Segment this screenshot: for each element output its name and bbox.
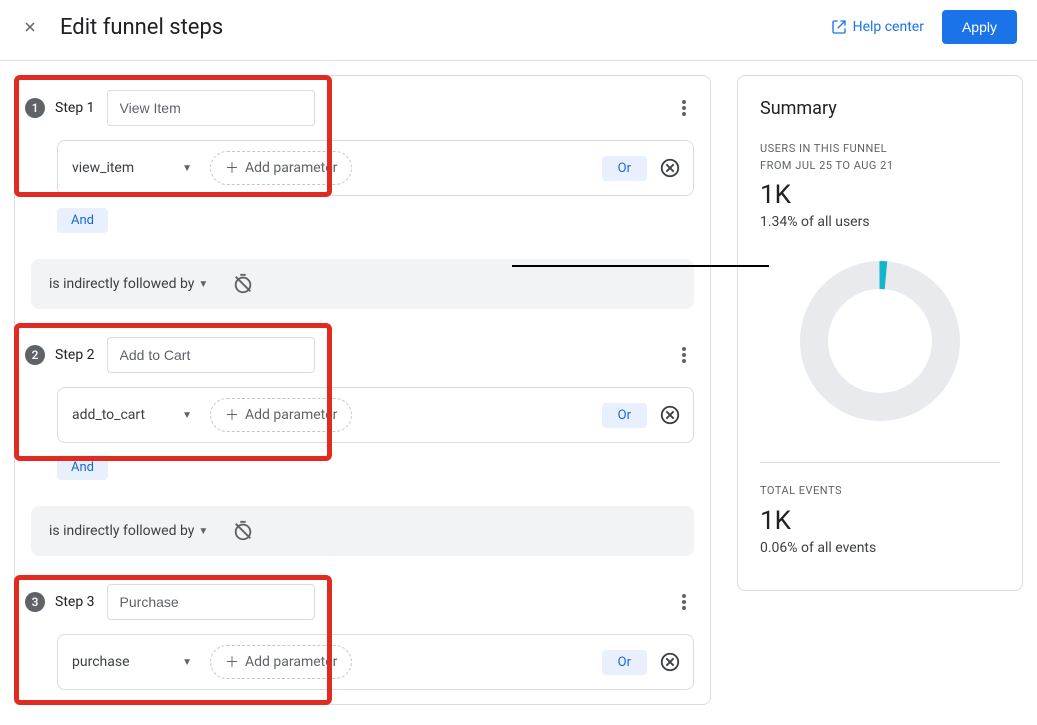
timer-off-icon[interactable] xyxy=(232,273,254,295)
follow-type-select[interactable]: is indirectly followed by ▼ xyxy=(49,523,208,539)
add-parameter-button[interactable]: ＋ Add parameter xyxy=(210,645,352,679)
add-parameter-label: Add parameter xyxy=(245,654,337,670)
plus-icon: ＋ xyxy=(225,405,239,425)
help-center-link[interactable]: Help center xyxy=(831,19,924,35)
summary-users-pct: 1.34% of all users xyxy=(760,214,1000,230)
step-menu-icon[interactable] xyxy=(674,343,694,367)
and-button[interactable]: And xyxy=(57,455,108,480)
summary-card: Summary USERS IN THIS FUNNEL FROM JUL 25… xyxy=(737,75,1023,591)
summary-users-label-1: USERS IN THIS FUNNEL xyxy=(760,141,1000,158)
funnel-step-card: 1 Step 1 view_item ▼ ＋ Add parameter Or xyxy=(14,75,711,705)
step-index-badge: 2 xyxy=(25,345,45,365)
condition-row: add_to_cart ▼ ＋ Add parameter Or xyxy=(57,387,694,443)
follow-type-select[interactable]: is indirectly followed by ▼ xyxy=(49,276,208,292)
apply-button[interactable]: Apply xyxy=(942,10,1017,44)
summary-events-pct: 0.06% of all events xyxy=(760,540,1000,556)
add-parameter-label: Add parameter xyxy=(245,160,337,176)
summary-events-label: TOTAL EVENTS xyxy=(760,483,1000,500)
step-name-input[interactable] xyxy=(107,337,315,373)
remove-condition-icon[interactable] xyxy=(659,404,681,426)
step-header: 1 Step 1 xyxy=(15,76,710,134)
step-label: Step 2 xyxy=(55,347,95,363)
step-index-badge: 3 xyxy=(25,592,45,612)
event-select[interactable]: view_item ▼ xyxy=(70,154,198,182)
step-header: 3 Step 3 xyxy=(15,570,710,628)
step-index-badge: 1 xyxy=(25,98,45,118)
step-header: 2 Step 2 xyxy=(15,323,710,381)
event-name: purchase xyxy=(72,654,130,670)
add-parameter-label: Add parameter xyxy=(245,407,337,423)
topbar-right: Help center Apply xyxy=(831,10,1017,44)
steps-column: 1 Step 1 view_item ▼ ＋ Add parameter Or xyxy=(14,75,711,705)
remove-condition-icon[interactable] xyxy=(659,651,681,673)
topbar: Edit funnel steps Help center Apply xyxy=(0,0,1037,61)
step-name-input[interactable] xyxy=(107,584,315,620)
content: 1 Step 1 view_item ▼ ＋ Add parameter Or xyxy=(0,61,1037,725)
close-icon[interactable] xyxy=(22,19,38,35)
follow-type-label: is indirectly followed by xyxy=(49,276,194,292)
summary-users-value: 1K xyxy=(760,180,1000,210)
add-parameter-button[interactable]: ＋ Add parameter xyxy=(210,151,352,185)
step-menu-icon[interactable] xyxy=(674,96,694,120)
event-name: add_to_cart xyxy=(72,407,145,423)
timer-off-icon[interactable] xyxy=(232,520,254,542)
event-name: view_item xyxy=(72,160,134,176)
add-parameter-button[interactable]: ＋ Add parameter xyxy=(210,398,352,432)
or-button[interactable]: Or xyxy=(602,156,647,181)
summary-donut-chart xyxy=(760,238,1000,452)
event-select[interactable]: purchase ▼ xyxy=(70,648,198,676)
step-menu-icon[interactable] xyxy=(674,590,694,614)
chevron-down-icon: ▼ xyxy=(198,279,208,290)
event-select[interactable]: add_to_cart ▼ xyxy=(70,401,198,429)
chevron-down-icon: ▼ xyxy=(198,526,208,537)
or-button[interactable]: Or xyxy=(602,650,647,675)
chevron-down-icon: ▼ xyxy=(182,163,192,174)
plus-icon: ＋ xyxy=(225,158,239,178)
and-button[interactable]: And xyxy=(57,208,108,233)
plus-icon: ＋ xyxy=(225,652,239,672)
step-connector: is indirectly followed by ▼ xyxy=(31,259,694,309)
summary-users-label-2: FROM JUL 25 TO AUG 21 xyxy=(760,158,1000,175)
step-label: Step 1 xyxy=(55,100,95,116)
page-title: Edit funnel steps xyxy=(60,15,223,40)
chevron-down-icon: ▼ xyxy=(182,410,192,421)
help-center-label: Help center xyxy=(853,19,924,35)
step-name-input[interactable] xyxy=(107,90,315,126)
or-button[interactable]: Or xyxy=(602,403,647,428)
summary-divider xyxy=(760,462,1000,463)
summary-column: Summary USERS IN THIS FUNNEL FROM JUL 25… xyxy=(737,75,1023,591)
follow-type-label: is indirectly followed by xyxy=(49,523,194,539)
condition-row: view_item ▼ ＋ Add parameter Or xyxy=(57,140,694,196)
summary-events-value: 1K xyxy=(760,506,1000,536)
summary-title: Summary xyxy=(760,98,1000,119)
remove-condition-icon[interactable] xyxy=(659,157,681,179)
chevron-down-icon: ▼ xyxy=(182,657,192,668)
step-label: Step 3 xyxy=(55,594,95,610)
condition-row: purchase ▼ ＋ Add parameter Or xyxy=(57,634,694,690)
step-connector: is indirectly followed by ▼ xyxy=(31,506,694,556)
topbar-left: Edit funnel steps xyxy=(22,15,223,40)
